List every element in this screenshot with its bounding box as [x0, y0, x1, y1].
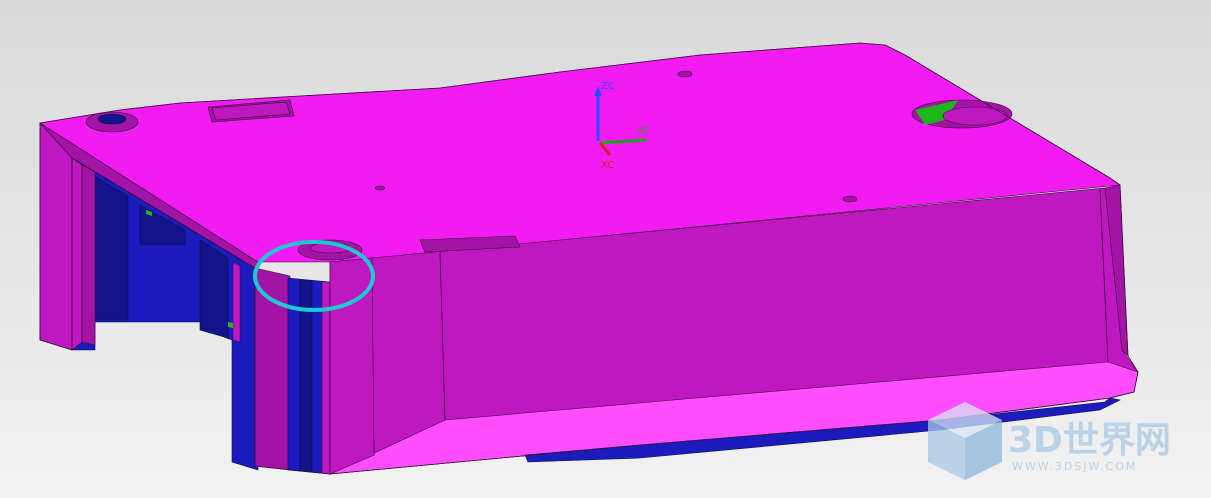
yc-label: YC: [636, 126, 650, 137]
zc-label: ZC: [601, 81, 615, 92]
cavity-rib: [91, 174, 129, 321]
right-boss-inner: [942, 106, 1008, 126]
small-hole: [842, 195, 858, 203]
left-wall-outer-face: [39, 122, 73, 351]
xc-label: XC: [601, 160, 614, 171]
watermark-url: WWW.3DSJW.COM: [1012, 460, 1138, 473]
graphics-viewport[interactable]: ZC YC XC 3D世界网 WWW.3DSJW.COM: [0, 0, 1211, 498]
green-detail: [228, 322, 233, 328]
left-rib-shadow: [81, 164, 96, 346]
left-boss-hole: [97, 113, 127, 125]
small-hole: [374, 185, 386, 191]
watermark-brand: 3D世界网: [1008, 420, 1171, 461]
left-rib: [71, 157, 83, 351]
small-hole: [677, 70, 693, 78]
model-canvas[interactable]: ZC YC XC 3D世界网 WWW.3DSJW.COM: [0, 0, 1211, 498]
cavity-post: [232, 261, 241, 343]
